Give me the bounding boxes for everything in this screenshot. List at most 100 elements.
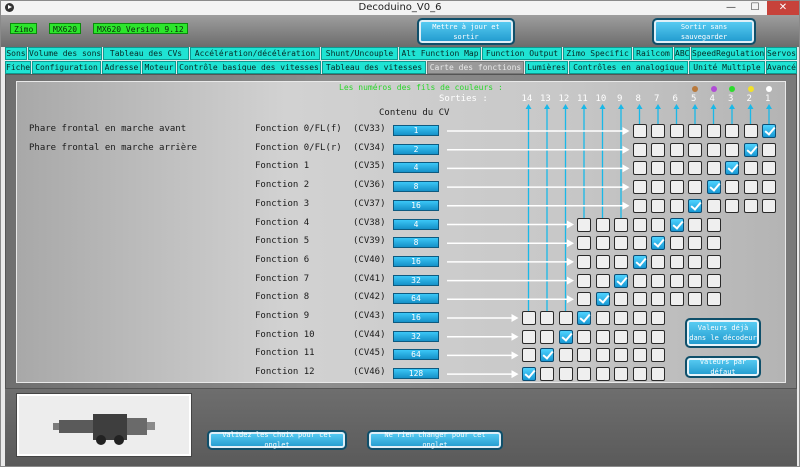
output-checkbox[interactable]	[558, 367, 573, 382]
output-checkbox[interactable]	[725, 142, 739, 157]
tab-r2-4[interactable]: Contrôle basique des vitesses	[177, 61, 321, 74]
close-icon[interactable]: ✕	[767, 1, 799, 15]
output-checkbox[interactable]	[577, 292, 591, 307]
update-and-exit-button[interactable]: Mettre à jour et sortir	[417, 18, 515, 45]
output-checkbox[interactable]	[725, 180, 739, 195]
cv-value-field[interactable]: 4	[393, 218, 439, 230]
output-checkbox[interactable]	[762, 198, 776, 213]
tab-r2-10[interactable]: Avancé	[766, 61, 797, 74]
output-checkbox[interactable]	[595, 329, 610, 344]
cv-value-field[interactable]: 8	[393, 181, 439, 193]
output-checkbox[interactable]	[725, 124, 739, 138]
output-checkbox[interactable]	[651, 329, 665, 344]
tab-r1-2[interactable]: Tableau des CVs	[103, 47, 189, 60]
output-checkbox[interactable]	[632, 124, 647, 138]
output-checkbox[interactable]	[595, 236, 610, 251]
cv-value-field[interactable]: 2	[393, 143, 439, 155]
output-checkbox[interactable]	[577, 217, 591, 232]
tab-r1-9[interactable]: ABC	[674, 47, 690, 60]
output-checkbox[interactable]	[595, 217, 610, 232]
output-checkbox[interactable]	[743, 124, 758, 138]
output-checkbox[interactable]	[595, 311, 610, 325]
output-checkbox[interactable]	[614, 254, 628, 269]
output-checkbox[interactable]	[651, 124, 665, 138]
output-checkbox[interactable]	[632, 198, 647, 213]
output-checkbox[interactable]	[651, 348, 665, 363]
output-checkbox-checked[interactable]	[651, 236, 665, 251]
output-checkbox-checked[interactable]	[540, 348, 554, 363]
output-checkbox[interactable]	[706, 142, 721, 157]
output-checkbox[interactable]	[651, 180, 665, 195]
output-checkbox[interactable]	[725, 198, 739, 213]
output-checkbox[interactable]	[577, 254, 591, 269]
output-checkbox-checked[interactable]	[595, 292, 610, 307]
output-checkbox[interactable]	[706, 124, 721, 138]
output-checkbox[interactable]	[540, 329, 554, 344]
output-checkbox[interactable]	[632, 348, 647, 363]
tab-r1-8[interactable]: Railcom	[633, 47, 673, 60]
tab-r1-10[interactable]: SpeedRegulation	[691, 47, 765, 60]
exit-without-saving-button[interactable]: Sortir sans sauvegarder	[652, 18, 756, 45]
output-checkbox[interactable]	[540, 311, 554, 325]
output-checkbox[interactable]	[614, 217, 628, 232]
output-checkbox[interactable]	[688, 142, 702, 157]
validate-tab-button[interactable]: Validez les choix pour cet onglet	[207, 430, 347, 450]
tab-r1-5[interactable]: Alt Function Map	[399, 47, 481, 60]
output-checkbox[interactable]	[651, 254, 665, 269]
output-checkbox[interactable]	[688, 236, 702, 251]
output-checkbox[interactable]	[558, 348, 573, 363]
tab-r1-7[interactable]: Zimo Specific	[563, 47, 632, 60]
tab-r1-6[interactable]: Function Output	[482, 47, 562, 60]
output-checkbox[interactable]	[688, 254, 702, 269]
output-checkbox-checked[interactable]	[762, 124, 776, 138]
output-checkbox[interactable]	[669, 198, 684, 213]
output-checkbox[interactable]	[706, 292, 721, 307]
default-values-button[interactable]: Valeurs par défaut	[685, 356, 761, 378]
output-checkbox-checked[interactable]	[577, 311, 591, 325]
output-checkbox[interactable]	[651, 311, 665, 325]
cv-value-field[interactable]: 64	[393, 293, 439, 305]
output-checkbox[interactable]	[762, 142, 776, 157]
output-checkbox[interactable]	[632, 217, 647, 232]
output-checkbox[interactable]	[743, 198, 758, 213]
output-checkbox-checked[interactable]	[669, 217, 684, 232]
maximize-icon[interactable]: ☐	[743, 1, 767, 15]
tab-r2-1[interactable]: Configuration	[32, 61, 101, 74]
output-checkbox[interactable]	[521, 329, 536, 344]
output-checkbox[interactable]	[558, 311, 573, 325]
output-checkbox[interactable]	[669, 124, 684, 138]
minimize-icon[interactable]: —	[719, 1, 743, 15]
output-checkbox[interactable]	[706, 198, 721, 213]
cv-value-field[interactable]: 16	[393, 199, 439, 211]
output-checkbox[interactable]	[706, 161, 721, 176]
output-checkbox[interactable]	[688, 273, 702, 288]
output-checkbox[interactable]	[688, 161, 702, 176]
output-checkbox[interactable]	[614, 292, 628, 307]
output-checkbox[interactable]	[614, 348, 628, 363]
output-checkbox[interactable]	[706, 236, 721, 251]
output-checkbox[interactable]	[762, 180, 776, 195]
output-checkbox[interactable]	[632, 161, 647, 176]
cv-value-field[interactable]: 128	[393, 368, 439, 380]
output-checkbox-checked[interactable]	[558, 329, 573, 344]
tab-r1-1[interactable]: Volume des sons	[28, 47, 102, 60]
output-checkbox[interactable]	[706, 254, 721, 269]
cv-value-field[interactable]: 4	[393, 162, 439, 174]
output-checkbox[interactable]	[577, 367, 591, 382]
output-checkbox[interactable]	[669, 273, 684, 288]
output-checkbox[interactable]	[706, 217, 721, 232]
tab-r1-0[interactable]: Sons	[5, 47, 27, 60]
cv-value-field[interactable]: 32	[393, 330, 439, 342]
output-checkbox[interactable]	[669, 236, 684, 251]
cv-value-field[interactable]: 1	[393, 125, 439, 136]
output-checkbox[interactable]	[688, 180, 702, 195]
output-checkbox[interactable]	[651, 292, 665, 307]
cv-value-field[interactable]: 16	[393, 312, 439, 323]
tab-r1-3[interactable]: Accélération/décélération	[190, 47, 320, 60]
output-checkbox[interactable]	[669, 142, 684, 157]
output-checkbox[interactable]	[614, 311, 628, 325]
output-checkbox[interactable]	[669, 180, 684, 195]
output-checkbox[interactable]	[743, 180, 758, 195]
output-checkbox[interactable]	[651, 161, 665, 176]
output-checkbox-checked[interactable]	[688, 198, 702, 213]
